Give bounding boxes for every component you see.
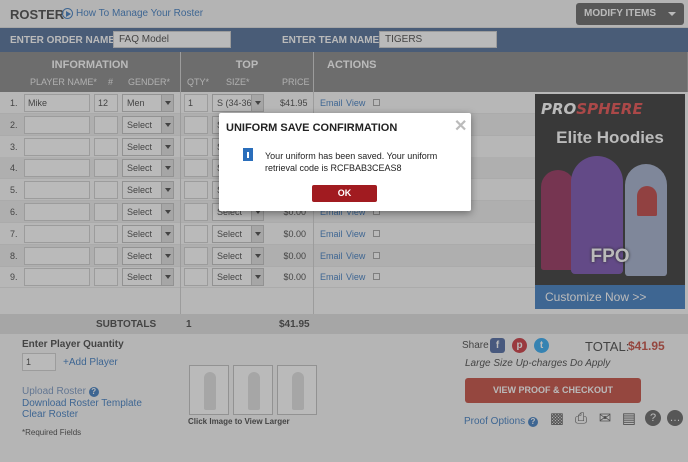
info-icon xyxy=(243,148,253,161)
modal-message: Your uniform has been saved. Your unifor… xyxy=(265,151,438,173)
roster-page: ROSTER How To Manage Your Roster MODIFY … xyxy=(0,0,688,462)
modal-title: UNIFORM SAVE CONFIRMATION xyxy=(226,122,398,134)
ok-button[interactable]: OK xyxy=(312,185,377,202)
save-confirmation-modal: UNIFORM SAVE CONFIRMATION ✕ Your uniform… xyxy=(219,113,471,211)
modal-overlay xyxy=(0,0,688,462)
close-icon[interactable]: ✕ xyxy=(454,116,467,136)
